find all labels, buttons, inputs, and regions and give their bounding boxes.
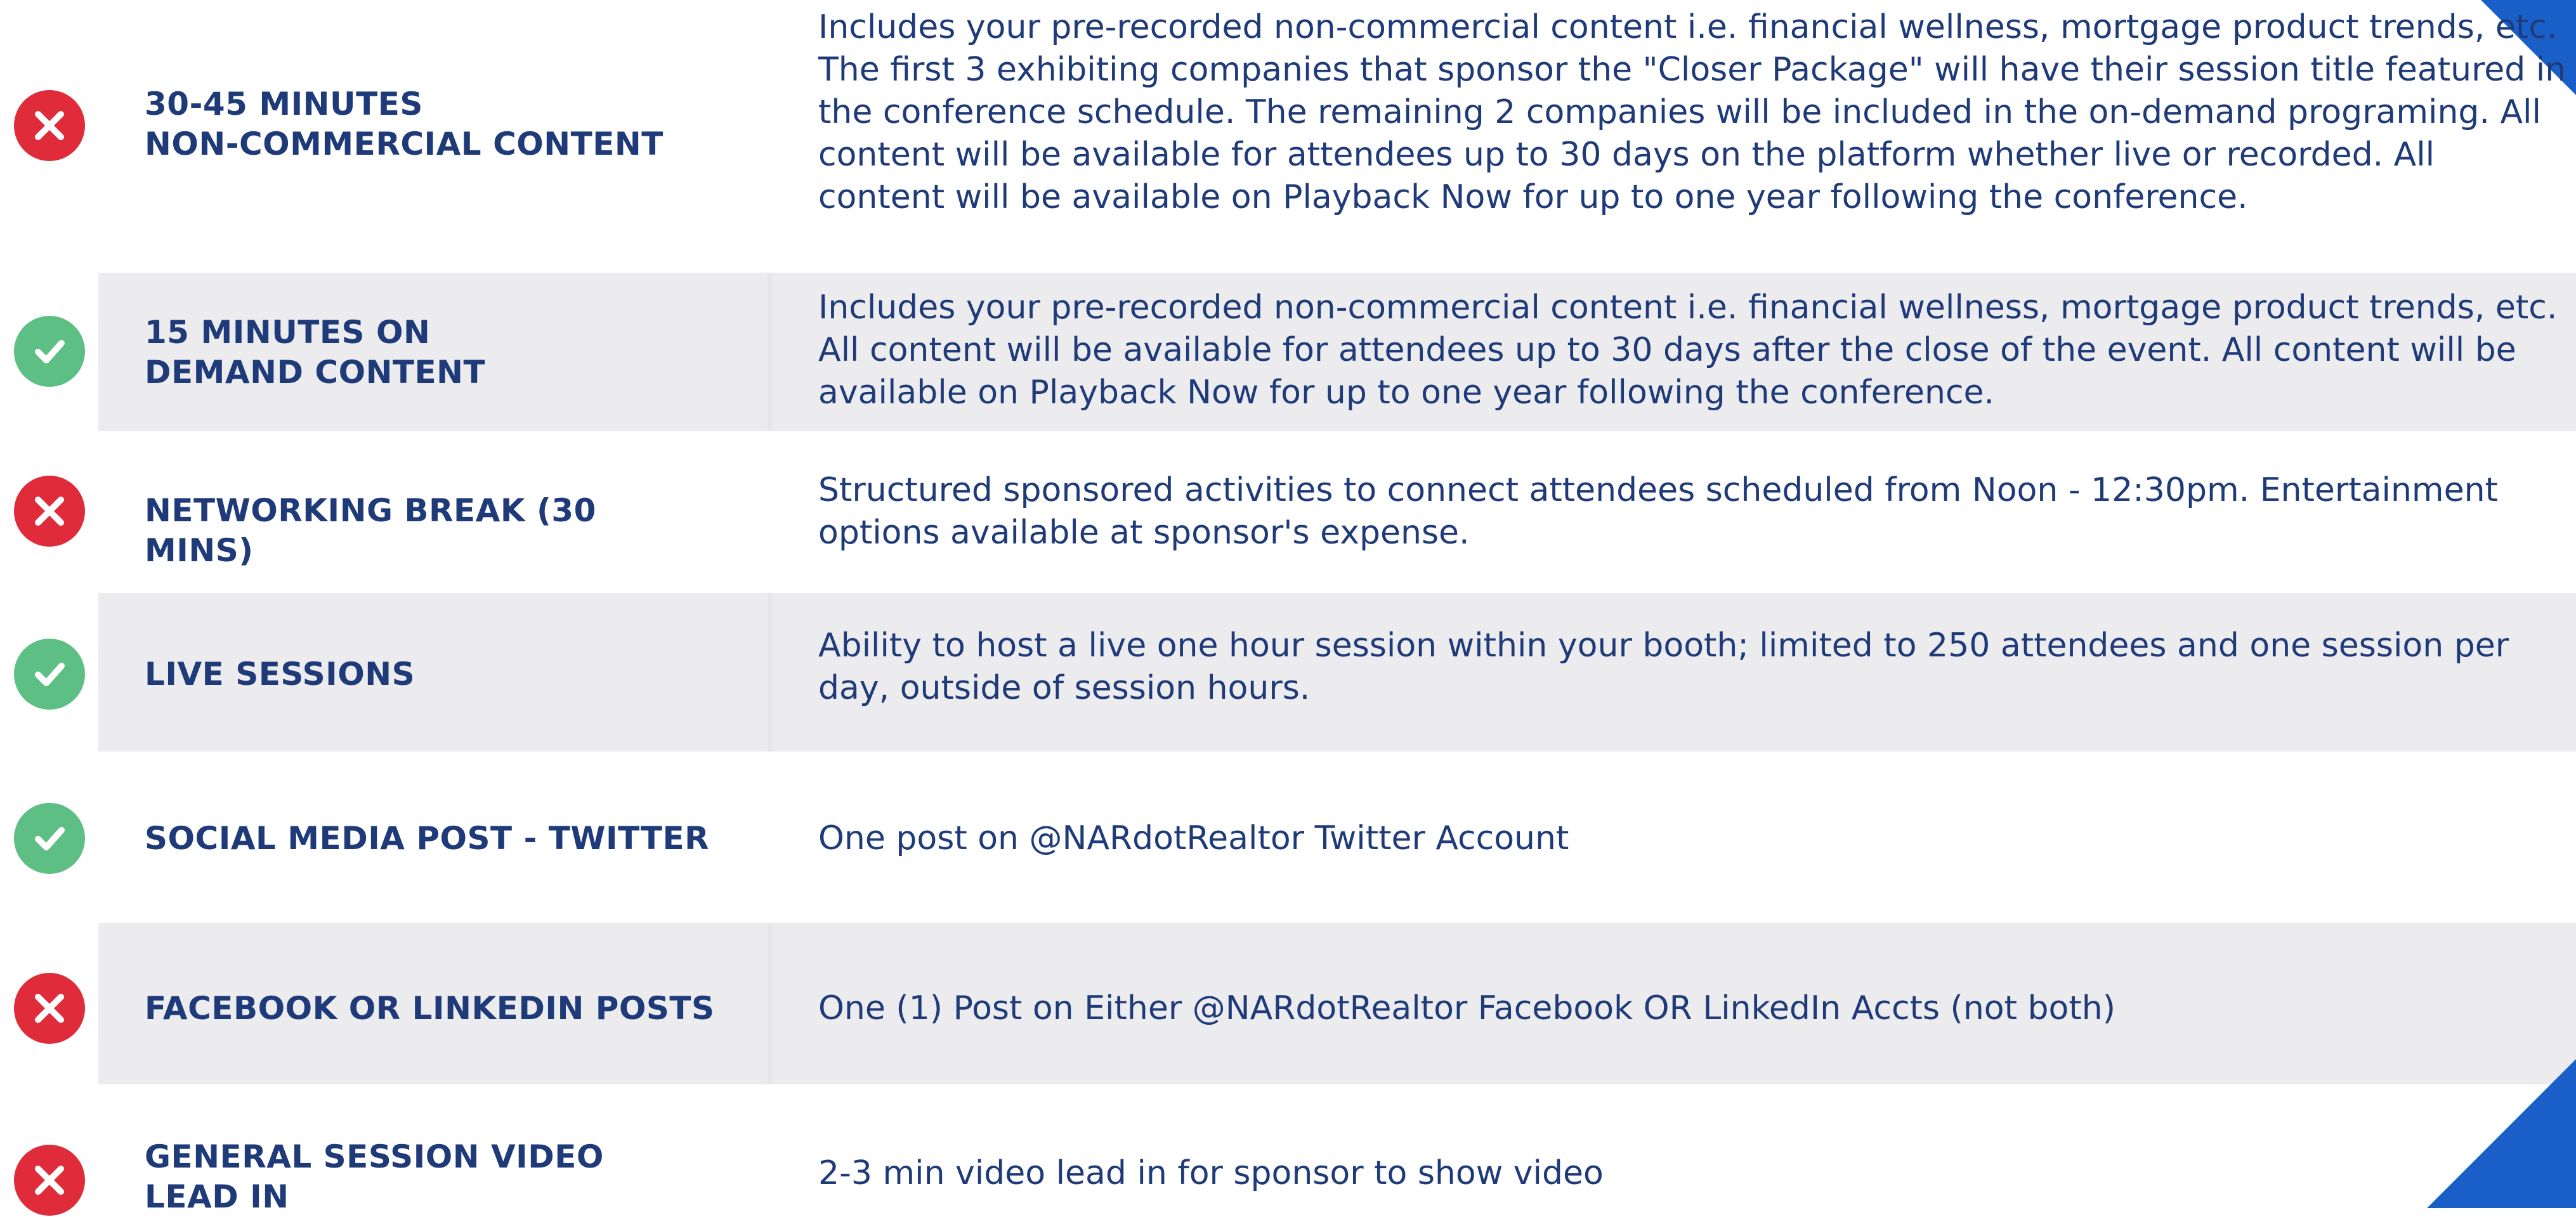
feature-label: FACEBOOK OR LINKEDIN POSTS: [145, 990, 715, 1027]
feature-label: 15 MINUTES ON DEMAND CONTENT: [145, 314, 486, 391]
feature-row: FACEBOOK OR LINKEDIN POSTS One (1) Post …: [0, 923, 2576, 1084]
feature-label: GENERAL SESSION VIDEO LEAD IN: [145, 1138, 604, 1215]
feature-label: 30-45 MINUTES NON-COMMERCIAL CONTENT: [145, 86, 664, 162]
feature-description: One (1) Post on Either @NARdotRealtor Fa…: [818, 989, 2115, 1027]
feature-description: Ability to host a live one hour session …: [818, 627, 2509, 707]
feature-row: LIVE SESSIONS Ability to host a live one…: [0, 593, 2576, 752]
feature-row: SOCIAL MEDIA POST - TWITTER One post on …: [0, 752, 2576, 923]
feature-description: One post on @NARdotRealtor Twitter Accou…: [818, 819, 1569, 857]
feature-description: Structured sponsored activities to conne…: [818, 471, 2498, 552]
x-icon: [14, 476, 85, 547]
x-icon: [14, 1145, 85, 1216]
feature-row: GENERAL SESSION VIDEO LEAD IN 2-3 min vi…: [0, 1084, 2576, 1216]
check-icon: [14, 316, 85, 387]
feature-label: NETWORKING BREAK (30 MINS): [145, 492, 596, 569]
feature-row: 15 MINUTES ON DEMAND CONTENT Includes yo…: [0, 273, 2576, 431]
check-icon: [14, 803, 85, 874]
corner-accent-bottom: [2427, 1059, 2576, 1208]
x-icon: [14, 90, 85, 161]
x-icon: [14, 973, 85, 1044]
feature-description: Includes your pre-recorded non-commercia…: [818, 289, 2558, 412]
feature-description: Includes your pre-recorded non-commercia…: [818, 8, 2566, 216]
feature-description: 2-3 min video lead in for sponsor to sho…: [818, 1154, 1604, 1192]
feature-row: NETWORKING BREAK (30 MINS) Structured sp…: [0, 431, 2576, 593]
check-icon: [14, 639, 85, 710]
sponsorship-benefits-page: 30-45 MINUTES NON-COMMERCIAL CONTENT Inc…: [0, 0, 2576, 1216]
feature-row: 30-45 MINUTES NON-COMMERCIAL CONTENT Inc…: [0, 0, 2576, 266]
feature-label: LIVE SESSIONS: [145, 656, 415, 693]
feature-label: SOCIAL MEDIA POST - TWITTER: [145, 820, 710, 857]
